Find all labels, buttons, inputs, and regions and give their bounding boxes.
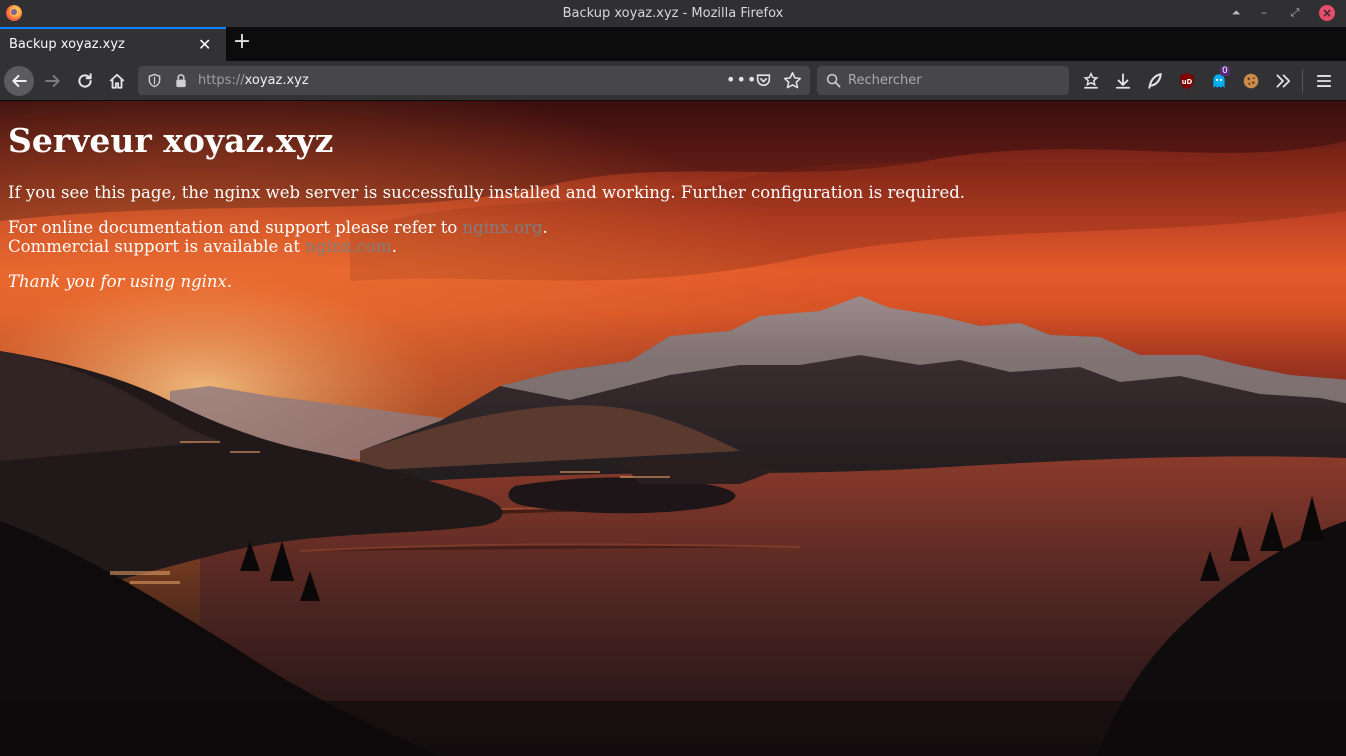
library-button[interactable] [1076, 66, 1106, 96]
thanks-text: Thank you for using nginx. [8, 272, 233, 291]
tab-title: Backup xoyaz.xyz [9, 37, 125, 52]
support-suffix: . [391, 237, 397, 256]
cookie-extension-button[interactable] [1236, 66, 1266, 96]
downloads-button[interactable] [1108, 66, 1138, 96]
minimize-button[interactable]: – [1256, 5, 1272, 21]
tab-strip: Backup xoyaz.xyz ✕ + [0, 27, 1346, 61]
tracking-shield-icon[interactable] [147, 73, 162, 88]
ublock-origin-button[interactable]: uD [1172, 66, 1202, 96]
nginx-org-link[interactable]: nginx.org [463, 218, 543, 237]
feather-icon [1148, 73, 1162, 89]
navigation-toolbar: https://xoyaz.xyz ••• Rechercher uD 0 [0, 61, 1346, 101]
reload-icon [78, 73, 92, 88]
back-button[interactable] [4, 66, 34, 96]
cookie-icon [1243, 73, 1259, 89]
window-title: Backup xoyaz.xyz - Mozilla Firefox [562, 6, 784, 21]
intro-paragraph: If you see this page, the nginx web serv… [8, 183, 966, 202]
arrow-right-icon [45, 74, 60, 88]
search-icon [826, 73, 841, 88]
search-bar[interactable]: Rechercher [817, 66, 1069, 95]
url-bar[interactable]: https://xoyaz.xyz ••• [138, 66, 810, 95]
nginx-com-link[interactable]: nginx.com [305, 237, 391, 256]
docs-paragraph: For online documentation and support ple… [8, 218, 965, 256]
toolbar-separator [1302, 69, 1303, 93]
app-menu-button[interactable] [1309, 66, 1339, 96]
bookmarks-star-tray-icon [1083, 72, 1099, 89]
page-content: Serveur xoyaz.xyz If you see this page, … [0, 101, 1346, 756]
overflow-menu-button[interactable] [1268, 66, 1298, 96]
window-titlebar: Backup xoyaz.xyz - Mozilla Firefox ⏶ – ⤢… [0, 0, 1346, 27]
ublock-shield-icon: uD [1180, 73, 1194, 89]
keep-above-icon[interactable]: ⏶ [1228, 5, 1244, 21]
search-placeholder: Rechercher [848, 73, 922, 88]
feather-extension-button[interactable] [1140, 66, 1170, 96]
ghostery-button[interactable]: 0 [1204, 66, 1234, 96]
hamburger-menu-icon [1316, 75, 1332, 87]
reload-button[interactable] [70, 66, 100, 96]
lock-icon[interactable] [174, 73, 188, 88]
close-window-button[interactable]: × [1319, 5, 1335, 21]
url-host: xoyaz.xyz [244, 73, 309, 88]
docs-prefix: For online documentation and support ple… [8, 218, 463, 237]
nginx-welcome-page: Serveur xoyaz.xyz If you see this page, … [8, 121, 965, 291]
home-button[interactable] [102, 66, 132, 96]
maximize-button[interactable]: ⤢ [1287, 5, 1303, 21]
download-icon [1115, 73, 1131, 89]
home-icon [109, 73, 125, 89]
page-actions-menu-icon[interactable]: ••• [726, 70, 757, 89]
page-heading: Serveur xoyaz.xyz [8, 121, 334, 160]
svg-text:uD: uD [1182, 78, 1193, 86]
docs-suffix: . [542, 218, 548, 237]
close-tab-icon[interactable]: ✕ [198, 35, 211, 54]
ghostery-badge: 0 [1220, 66, 1230, 76]
support-prefix: Commercial support is available at [8, 237, 306, 256]
tab-active[interactable]: Backup xoyaz.xyz ✕ [0, 27, 226, 61]
forward-button[interactable] [38, 66, 68, 96]
url-scheme: https:// [198, 73, 245, 88]
url-text[interactable]: https://xoyaz.xyz [198, 73, 309, 88]
bookmark-star-icon[interactable] [783, 71, 802, 90]
chevron-double-right-icon [1276, 74, 1291, 88]
pocket-icon[interactable] [755, 72, 772, 89]
arrow-left-icon [12, 74, 27, 88]
new-tab-button[interactable]: + [230, 30, 254, 54]
